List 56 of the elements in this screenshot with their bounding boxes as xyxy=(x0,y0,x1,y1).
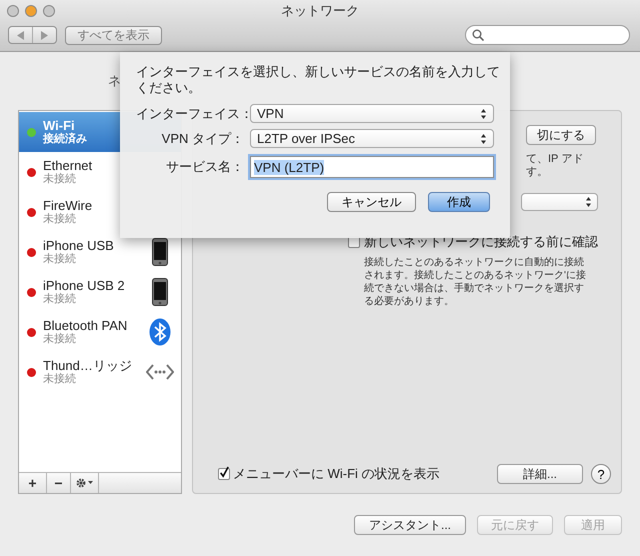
service-item[interactable]: Thund…リッジ 未接続 xyxy=(19,352,181,392)
location-label: ネ xyxy=(108,72,121,90)
service-status: 未接続 xyxy=(43,293,77,306)
service-item[interactable]: iPhone USB 未接続 xyxy=(19,232,181,272)
service-name: iPhone USB 2 xyxy=(43,278,126,293)
up-down-arrows-icon xyxy=(585,197,592,207)
search-icon xyxy=(472,29,484,41)
add-button[interactable]: + xyxy=(19,473,47,493)
description-text: 接続したことのあるネットワークに自動的に接続されます。接続したことのあるネットワーク'に接続できない場合は、手動でネットワークを選択する必要があります。 xyxy=(364,256,586,308)
checkmark-icon xyxy=(219,465,229,479)
bluetooth-icon xyxy=(149,318,171,346)
help-button[interactable]: ? xyxy=(591,464,611,484)
network-name-popup[interactable] xyxy=(521,193,598,211)
phone-icon xyxy=(152,238,168,266)
bridge-arrows-icon xyxy=(146,363,174,381)
checkbox-label: 新しいネットワークに接続する前に確認 xyxy=(364,233,598,251)
search-field[interactable] xyxy=(465,25,630,45)
footer-button[interactable]: アシスタント... xyxy=(354,515,466,535)
phone-icon xyxy=(152,278,168,306)
service-status: 未接続 xyxy=(43,213,77,226)
back-forward-control[interactable] xyxy=(8,26,57,44)
show-all-button[interactable]: すべてを表示 xyxy=(65,26,162,44)
popup-menu[interactable]: VPN xyxy=(250,104,494,123)
gear-icon xyxy=(74,477,94,489)
status-note: て、IP アド xyxy=(526,153,584,166)
status-note: す。 xyxy=(526,166,548,179)
window-control-button[interactable] xyxy=(7,5,19,17)
input-field[interactable]: VPN (L2TP) xyxy=(250,156,494,178)
window-title: ネットワーク xyxy=(280,2,360,20)
checkbox-label: メニューバーに Wi-Fi の状況を表示 xyxy=(233,465,440,483)
service-name: Thund…リッジ xyxy=(43,358,133,373)
popup-menu[interactable]: L2TP over IPSec xyxy=(250,129,494,148)
service-name: FireWire xyxy=(43,198,94,213)
field-label: サービス名： xyxy=(165,158,245,176)
service-item[interactable]: iPhone USB 2 未接続 xyxy=(19,272,181,312)
service-status: 接続済み xyxy=(43,133,88,146)
service-name: Bluetooth PAN xyxy=(43,318,128,333)
up-down-arrows-icon xyxy=(480,108,487,118)
service-status: 未接続 xyxy=(43,333,77,346)
service-name: Wi-Fi xyxy=(43,118,75,133)
remove-button[interactable]: − xyxy=(47,473,71,493)
sheet-message: インターフェイスを選択し、新しいサービスの名前を入力してください。 xyxy=(136,64,501,96)
service-status: 未接続 xyxy=(43,253,77,266)
create-button[interactable]: 作成 xyxy=(428,192,490,212)
cancel-button[interactable]: キャンセル xyxy=(327,192,416,212)
advanced-button[interactable]: 詳細... xyxy=(497,464,583,484)
service-name: iPhone USB xyxy=(43,238,115,253)
window-control-button[interactable] xyxy=(25,5,37,17)
service-name: Ethernet xyxy=(43,158,94,173)
up-down-arrows-icon xyxy=(480,134,487,144)
service-item[interactable]: Bluetooth PAN 未接続 xyxy=(19,312,181,352)
service-status: 未接続 xyxy=(43,373,77,386)
power-button[interactable]: 切にする xyxy=(526,125,596,145)
service-status: 未接続 xyxy=(43,173,77,186)
window-control-button[interactable] xyxy=(43,5,55,17)
checkbox[interactable] xyxy=(218,468,230,480)
